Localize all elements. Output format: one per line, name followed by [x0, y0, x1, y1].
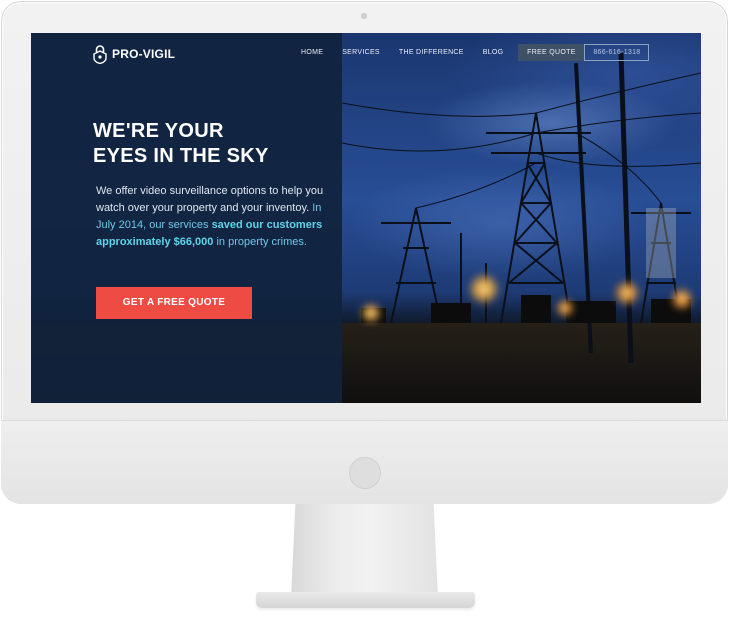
- hero-body-intro: We offer video surveillance options to h…: [96, 185, 324, 214]
- free-quote-button[interactable]: FREE QUOTE: [518, 44, 585, 61]
- brand-name: PRO-VIGIL: [112, 47, 176, 61]
- padlock-icon: [93, 45, 107, 64]
- hero-title: WE'RE YOUR EYES IN THE SKY: [93, 119, 333, 169]
- nav-blog[interactable]: BLOG: [483, 44, 504, 61]
- monitor-stand: [291, 504, 438, 598]
- main-navigation: HOME SERVICES THE DIFFERENCE BLOG FREE Q…: [301, 44, 650, 61]
- phone-button[interactable]: 866-616-1318: [584, 44, 650, 61]
- monitor-foot: [256, 592, 475, 608]
- monitor-logo: [349, 457, 381, 489]
- hero-image-tint: [342, 33, 701, 403]
- hero-title-line2: EYES IN THE SKY: [93, 145, 269, 167]
- nav-the-difference[interactable]: THE DIFFERENCE: [399, 44, 464, 61]
- website-screen: PRO-VIGIL HOME SERVICES THE DIFFERENCE B…: [31, 33, 701, 403]
- nav-home[interactable]: HOME: [301, 44, 323, 61]
- camera-dot: [361, 13, 367, 19]
- get-free-quote-button[interactable]: GET A FREE QUOTE: [96, 287, 252, 319]
- site-logo[interactable]: PRO-VIGIL: [93, 44, 175, 64]
- hero-body-end: in property crimes.: [216, 236, 307, 248]
- hero-description: We offer video surveillance options to h…: [96, 183, 326, 251]
- hero-title-line1: WE'RE YOUR: [93, 120, 224, 142]
- nav-services[interactable]: SERVICES: [342, 44, 380, 61]
